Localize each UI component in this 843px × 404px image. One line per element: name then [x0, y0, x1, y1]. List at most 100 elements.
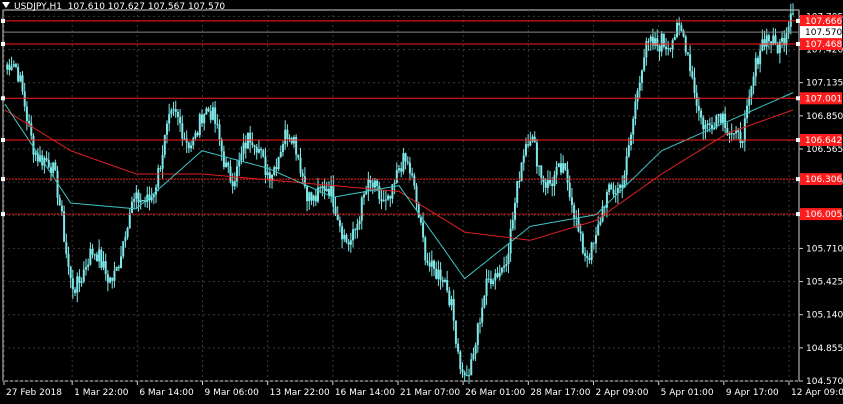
candle-body [369, 179, 372, 183]
candle-body [255, 146, 258, 153]
y-tick-label: 104.570 [806, 377, 843, 387]
candle-body [721, 113, 724, 123]
candle-body [187, 142, 190, 149]
level-handle-left[interactable] [1, 177, 5, 182]
candle-body [452, 299, 455, 321]
level-handle-left[interactable] [1, 212, 5, 217]
level-handle-right[interactable] [796, 212, 800, 217]
level-handle-right[interactable] [796, 18, 800, 23]
candle-body [463, 372, 466, 376]
candle-body [767, 35, 770, 42]
candle-body [367, 179, 370, 192]
candle-body [750, 85, 753, 97]
level-handle-left[interactable] [1, 18, 5, 23]
candle-body [621, 184, 624, 188]
candle-body [174, 109, 177, 112]
candle-body [529, 141, 532, 146]
candle-body [93, 254, 96, 256]
candle-body [14, 64, 17, 67]
candle-body [102, 261, 105, 268]
candle-body [264, 156, 267, 175]
candle-body [341, 226, 344, 240]
candle-body [34, 152, 37, 155]
candle-body [505, 264, 508, 266]
candle-body [752, 76, 755, 86]
level-handle-right[interactable] [796, 41, 800, 46]
candle-body [619, 184, 622, 189]
candle-body [503, 265, 506, 268]
candle-body [244, 142, 247, 149]
candle-body [60, 205, 63, 212]
candle-body [135, 192, 138, 200]
candle-body [549, 179, 552, 184]
candle-body [586, 256, 589, 259]
candle-body [673, 36, 676, 41]
candle-body [297, 154, 300, 158]
chart-header: USDJPY,H1 107.610 107.627 107.567 107.57… [2, 2, 225, 12]
candle-body [671, 40, 674, 50]
candle-body [183, 138, 186, 140]
candle-body [95, 254, 98, 262]
candle-body [625, 156, 628, 176]
level-handle-left[interactable] [1, 138, 5, 143]
candle-body [222, 151, 225, 168]
candle-body [181, 123, 184, 139]
candle-body [376, 180, 379, 187]
candle-body [524, 144, 527, 156]
candle-body [680, 25, 683, 31]
candle-body [71, 278, 74, 290]
candle-body [225, 162, 228, 168]
candle-body [159, 168, 162, 170]
candle-body [275, 167, 278, 170]
candle-body [360, 197, 363, 221]
candle-body [408, 162, 411, 174]
candle-body [507, 253, 510, 265]
candle-body [437, 269, 440, 279]
candle-body [227, 162, 230, 167]
candle-body [500, 267, 503, 273]
candle-body [465, 375, 468, 377]
candle-body [658, 46, 661, 52]
candle-body [281, 144, 284, 152]
candle-body [257, 149, 260, 153]
candle-body [91, 248, 94, 255]
candle-body [468, 375, 471, 377]
candle-body [689, 54, 692, 72]
candle-body [430, 260, 433, 267]
candle-body [746, 105, 749, 119]
level-handle-left[interactable] [1, 96, 5, 101]
candle-body [74, 289, 77, 293]
candle-body [474, 345, 477, 354]
candle-body [577, 218, 580, 232]
candle-body [612, 189, 615, 195]
candle-body [190, 145, 193, 149]
candle-body [763, 39, 766, 47]
chart-canvas[interactable]: 107.705107.420107.135106.850106.565106.2… [0, 0, 843, 404]
candle-body [708, 123, 711, 125]
candle-body [415, 185, 418, 204]
candle-body [546, 179, 549, 188]
level-price-label: 107.666 [805, 17, 842, 27]
level-handle-right[interactable] [796, 177, 800, 182]
level-handle-right[interactable] [796, 96, 800, 101]
candle-body [520, 162, 523, 182]
candle-body [514, 202, 517, 220]
candle-body [288, 137, 291, 139]
candle-body [413, 175, 416, 186]
level-handle-left[interactable] [1, 41, 5, 46]
x-tick-label: 13 Mar 22:00 [270, 388, 330, 398]
candle-body [387, 195, 390, 200]
candle-body [675, 22, 678, 37]
x-tick-label: 6 Mar 14:00 [139, 388, 194, 398]
candle-body [21, 75, 24, 92]
candle-body [459, 351, 462, 370]
candle-body [279, 151, 282, 157]
candle-body [785, 33, 788, 46]
candle-body [358, 220, 361, 224]
candle-body [634, 101, 637, 119]
candle-body [516, 181, 519, 203]
candle-body [426, 260, 429, 263]
candle-body [157, 168, 160, 188]
candle-body [551, 183, 554, 187]
level-handle-right[interactable] [796, 138, 800, 143]
